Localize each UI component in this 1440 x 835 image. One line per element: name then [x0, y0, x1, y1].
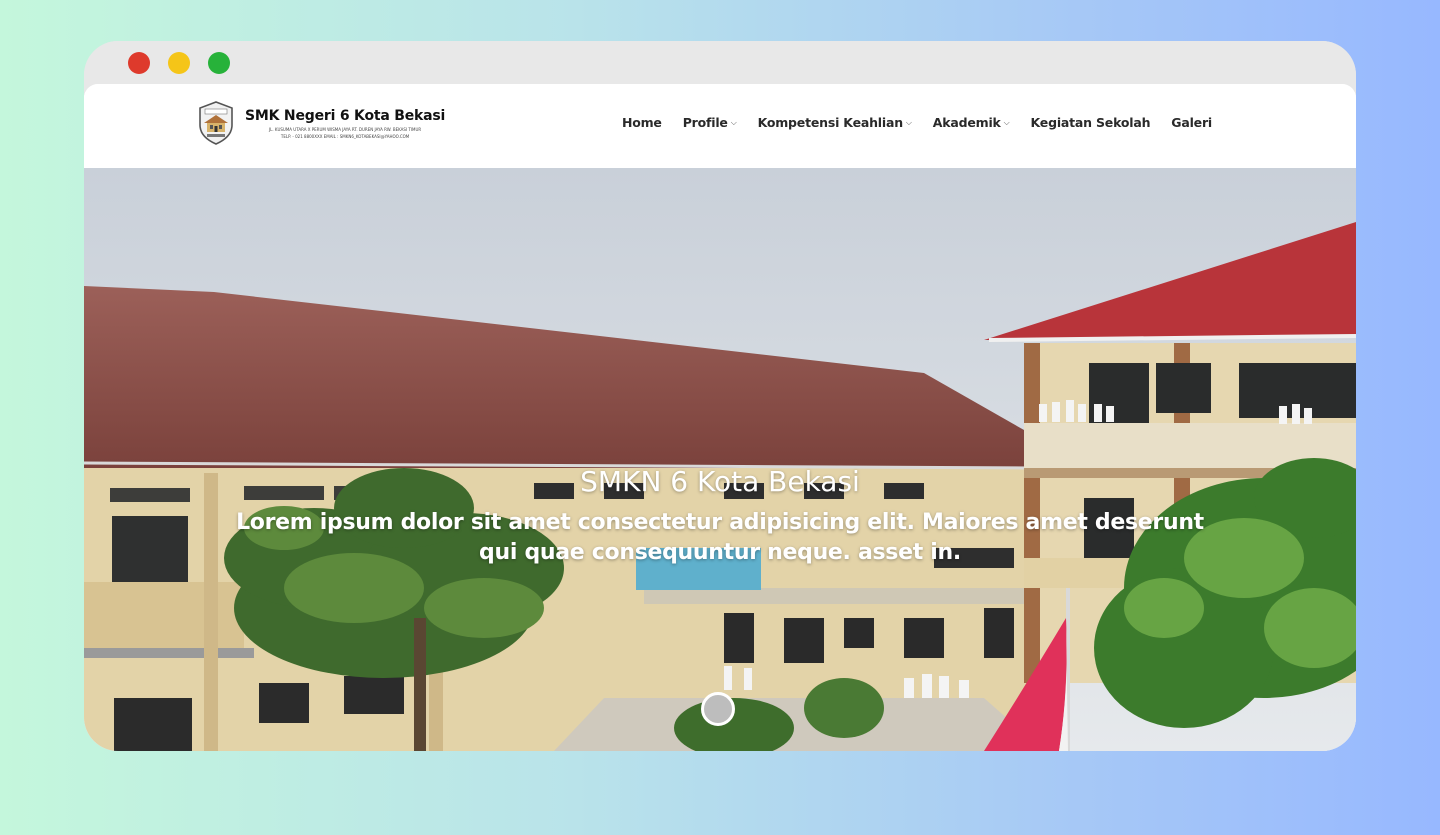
school-crest-icon: [197, 101, 235, 145]
school-name: SMK Negeri 6 Kota Bekasi: [245, 108, 446, 124]
chevron-down-icon: ⌵: [905, 117, 912, 127]
hero-school-photo: [84, 168, 1356, 751]
main-menu: Home Profile ⌵ Kompetensi Keahlian ⌵ Aka…: [622, 115, 1212, 130]
hero-carousel: SMKN 6 Kota Bekasi Lorem ipsum dolor sit…: [84, 168, 1356, 751]
chevron-down-icon: ⌵: [730, 117, 737, 127]
nav-galeri[interactable]: Galeri: [1171, 115, 1212, 130]
nav-akademik[interactable]: Akademik ⌵: [933, 115, 1010, 130]
nav-kompetensi-keahlian[interactable]: Kompetensi Keahlian ⌵: [758, 115, 912, 130]
school-address-line-2: TELP. - 021 8800XXX EMAIL : SMKN6_KOTABE…: [280, 134, 410, 139]
school-address-line-1: JL. KUSUMA UTARA X PERUM WISMA JAYA RT. …: [268, 127, 422, 132]
brand[interactable]: SMK Negeri 6 Kota Bekasi JL. KUSUMA UTAR…: [197, 98, 445, 148]
navbar: SMK Negeri 6 Kota Bekasi JL. KUSUMA UTAR…: [84, 84, 1356, 168]
chevron-down-icon: ⌵: [1003, 117, 1010, 127]
carousel-indicator[interactable]: [701, 692, 735, 726]
nav-profile[interactable]: Profile ⌵: [683, 115, 737, 130]
nav-akademik-label: Akademik: [932, 115, 1001, 130]
nav-kegiatan-label: Kegiatan Sekolah: [1030, 115, 1151, 130]
nav-galeri-label: Galeri: [1171, 115, 1212, 130]
hero-subtitle: Lorem ipsum dolor sit amet consectetur a…: [236, 510, 1204, 565]
nav-profile-label: Profile: [682, 115, 728, 130]
window-titlebar: [84, 41, 1356, 84]
minimize-window-button[interactable]: [168, 52, 190, 74]
maximize-window-button[interactable]: [208, 52, 230, 74]
nav-kompetensi-label: Kompetensi Keahlian: [757, 115, 904, 130]
nav-home-label: Home: [621, 115, 662, 130]
nav-kegiatan-sekolah[interactable]: Kegiatan Sekolah: [1031, 115, 1151, 130]
hero-title: SMKN 6 Kota Bekasi: [580, 465, 860, 498]
browser-window: SMK Negeri 6 Kota Bekasi JL. KUSUMA UTAR…: [84, 41, 1356, 751]
nav-home[interactable]: Home: [622, 115, 662, 130]
close-window-button[interactable]: [128, 52, 150, 74]
web-page: SMK Negeri 6 Kota Bekasi JL. KUSUMA UTAR…: [84, 84, 1356, 751]
